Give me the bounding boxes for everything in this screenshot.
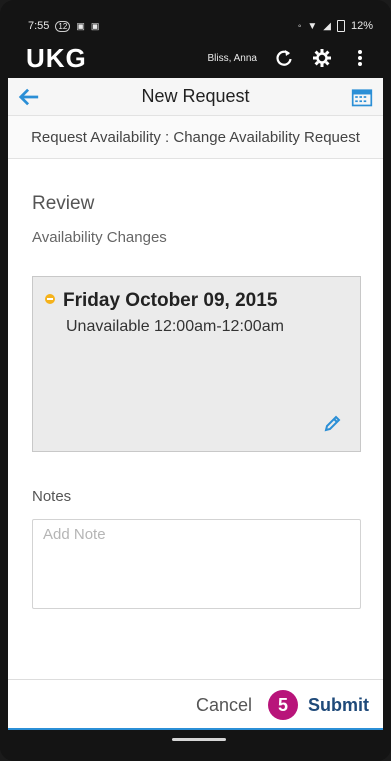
unavailable-status-icon — [45, 294, 55, 304]
cancel-button[interactable]: Cancel — [196, 695, 252, 716]
back-arrow-icon[interactable] — [18, 86, 40, 108]
vibrate-icon: ◦ — [297, 20, 302, 32]
app-header: UKG Bliss, Anna — [8, 38, 383, 78]
change-detail: Unavailable 12:00am-12:00am — [66, 318, 284, 335]
request-type: Request Availability : Change Availabili… — [31, 128, 360, 146]
status-time: 7:55 — [28, 20, 50, 32]
step-badge: 5 — [268, 690, 298, 720]
status-left: 7:55 12 ▣ ▣ — [8, 20, 99, 32]
header-actions: Bliss, Anna — [208, 47, 383, 69]
add-note-input[interactable] — [33, 520, 360, 549]
system-nav-bar — [0, 730, 391, 761]
phone-frame: 7:55 12 ▣ ▣ ◦ ▼ ◢ 12% UKG Bliss, Anna Ne… — [0, 0, 391, 761]
refresh-icon[interactable] — [273, 47, 295, 69]
notification-icon: ▣ — [90, 20, 100, 31]
battery-icon — [336, 20, 345, 32]
user-name: Bliss, Anna — [207, 52, 257, 64]
notification-icon: ▣ — [76, 20, 85, 31]
status-bar: 7:55 12 ▣ ▣ ◦ ▼ ◢ 12% — [8, 14, 383, 38]
status-right: ◦ ▼ ◢ 12% — [298, 20, 383, 32]
home-pill[interactable] — [172, 738, 226, 741]
change-date-row: Friday October 09, 2015 — [33, 277, 360, 314]
battery-percent: 12% — [350, 20, 373, 32]
review-heading: Review — [32, 193, 95, 214]
signal-icon: ◢ — [323, 20, 331, 32]
review-content: Review Availability Changes Friday Octob… — [8, 193, 383, 609]
sim-12-icon: 12 — [55, 20, 71, 32]
request-type-bar: Request Availability : Change Availabili… — [8, 116, 383, 159]
wifi-icon: ▼ — [307, 20, 318, 32]
submit-button[interactable]: Submit — [308, 695, 369, 716]
ukg-logo: UKG — [26, 42, 87, 73]
change-date: Friday October 09, 2015 — [63, 290, 278, 311]
more-vert-icon[interactable] — [349, 47, 371, 69]
availability-change-card: Friday October 09, 2015 Unavailable 12:0… — [32, 276, 361, 452]
action-footer: Cancel 5 Submit — [8, 679, 383, 730]
availability-changes-label: Availability Changes — [32, 229, 167, 246]
gear-icon[interactable] — [311, 47, 333, 69]
notes-label: Notes — [32, 488, 72, 505]
edit-pencil-icon[interactable] — [322, 414, 342, 439]
request-screen: New Request Request Availability : Chang… — [8, 78, 383, 730]
calendar-icon[interactable] — [351, 86, 373, 108]
note-box — [32, 519, 361, 609]
title-bar: New Request — [8, 78, 383, 116]
page-title: New Request — [141, 86, 250, 106]
